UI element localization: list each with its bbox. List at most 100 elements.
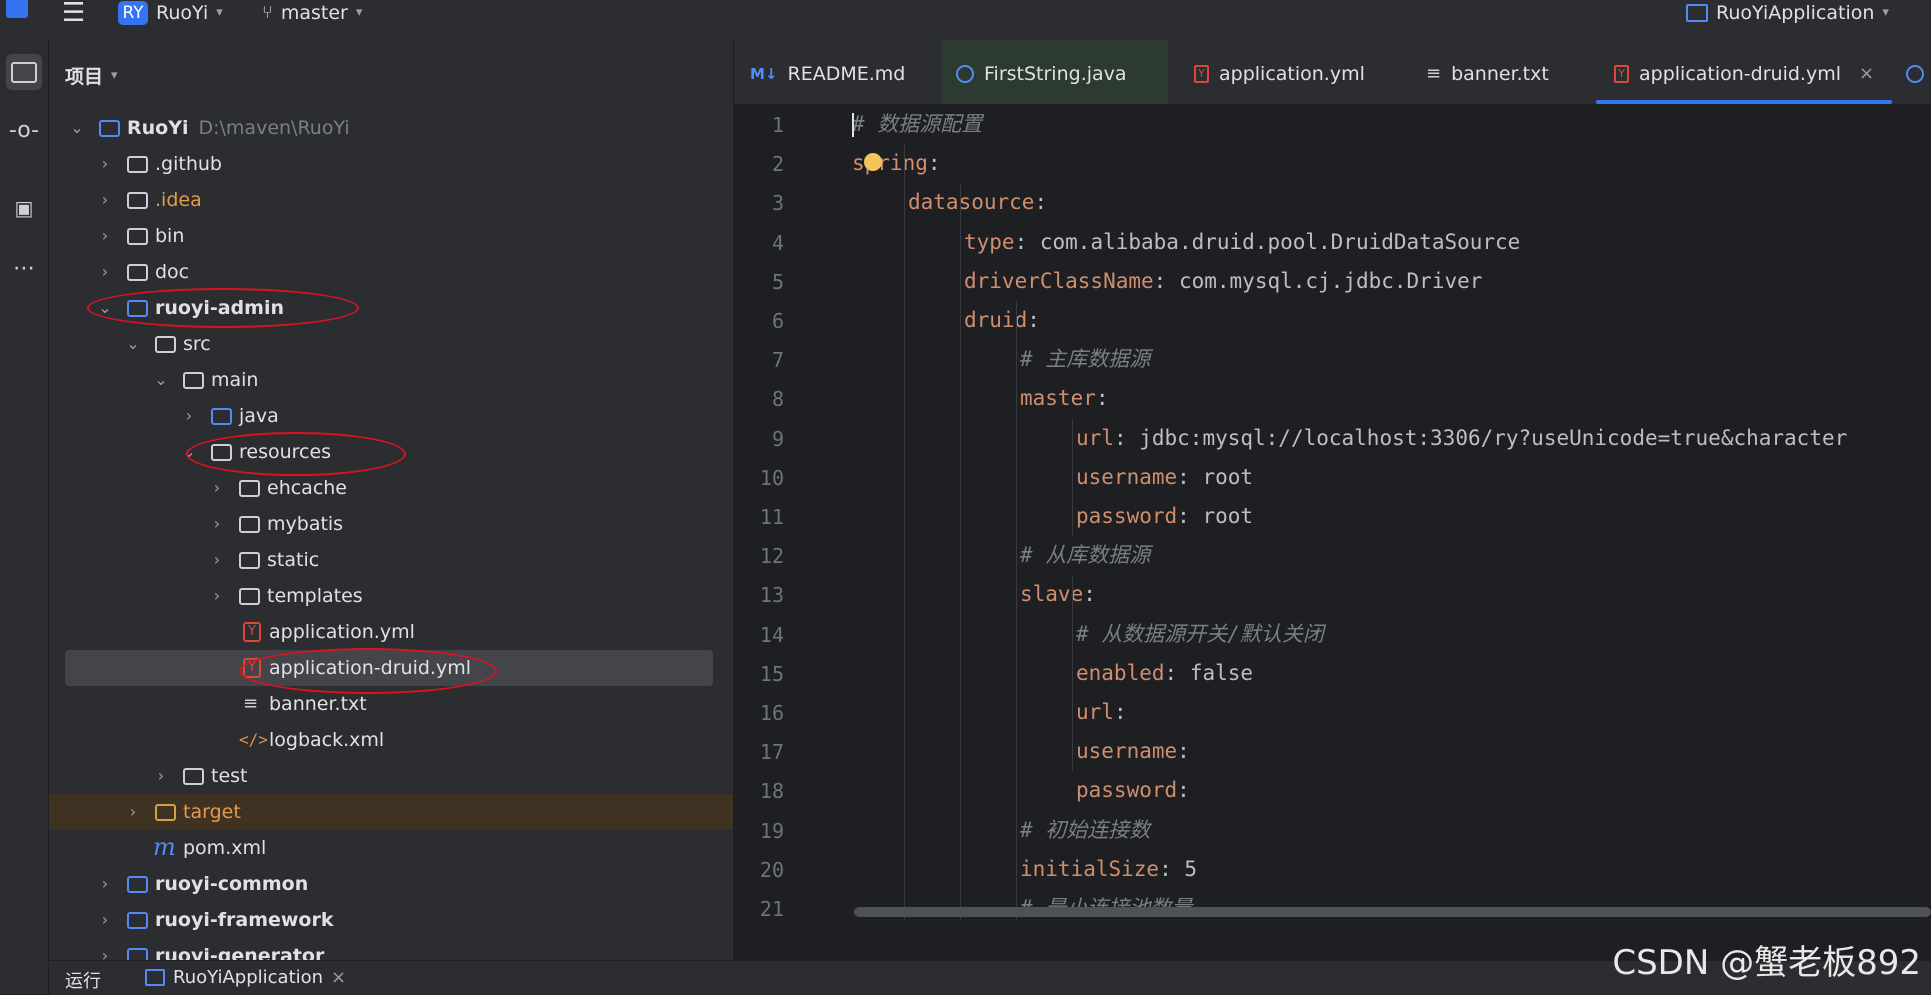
chevron-down-icon: ▾ [355, 5, 363, 20]
chevron-right-icon[interactable]: › [181, 398, 197, 434]
chevron-right-icon[interactable]: › [153, 758, 169, 794]
project-switcher[interactable]: RY RuoYi ▾ [118, 0, 223, 26]
tree-node-label: src [183, 333, 211, 355]
commit-tool-button[interactable]: -o- [6, 112, 42, 148]
tree-node-src[interactable]: ⌄ src [49, 326, 733, 362]
code-line[interactable]: druid: [964, 301, 1040, 340]
chevron-down-icon[interactable]: ⌄ [69, 110, 85, 146]
tree-node-ruoyi[interactable]: ⌄ RuoYi D:\maven\RuoYi [49, 110, 733, 146]
tree-node-idea[interactable]: › .idea [49, 182, 733, 218]
tree-node-logback-xml[interactable]: </> logback.xml [49, 722, 733, 758]
yaml-value: root [1189, 464, 1254, 489]
run-tab[interactable]: RuoYiApplication × [145, 967, 346, 988]
code-line[interactable]: datasource: [908, 183, 1047, 222]
tree-node-test[interactable]: › test [49, 758, 733, 794]
tree-node-ruoyi-generator[interactable]: › ruoyi-generator [49, 938, 733, 960]
chevron-right-icon[interactable]: › [97, 866, 113, 902]
tab-overflow[interactable] [1906, 40, 1931, 104]
tree-node-static[interactable]: › static [49, 542, 733, 578]
lightbulb-icon[interactable] [864, 153, 882, 171]
editor-horizontal-scrollbar[interactable] [854, 907, 1931, 917]
tree-node-main[interactable]: ⌄ main [49, 362, 733, 398]
yaml-value: jdbc:mysql://localhost:3306/ry?useUnicod… [1126, 425, 1848, 450]
code-line[interactable]: # 数据源配置 [852, 105, 982, 144]
tree-node-target[interactable]: › target [49, 794, 733, 830]
close-icon[interactable]: × [1859, 40, 1874, 108]
text-caret [852, 113, 854, 137]
run-panel-label[interactable]: 运行 [65, 967, 101, 993]
run-config-selector[interactable]: RuoYiApplication ▾ [1686, 0, 1889, 26]
code-line[interactable]: url: [1076, 693, 1127, 732]
more-icon: ⋯ [13, 255, 35, 281]
line-number: 17 [759, 740, 784, 765]
code-line[interactable]: # 从数据源开关/默认关闭 [1076, 615, 1324, 654]
tree-node-label: main [211, 369, 259, 391]
chevron-right-icon[interactable]: › [97, 146, 113, 182]
code-line[interactable]: # 从库数据源 [1020, 536, 1150, 575]
tree-node-mybatis[interactable]: › mybatis [49, 506, 733, 542]
structure-tool-button[interactable]: ▣ [6, 190, 42, 226]
tree-node-label: doc [155, 261, 190, 283]
folder-icon [183, 768, 204, 785]
code-line[interactable]: # 主库数据源 [1020, 340, 1150, 379]
tree-node-github[interactable]: › .github [49, 146, 733, 182]
line-number: 7 [771, 348, 784, 373]
code-line[interactable]: url: jdbc:mysql://localhost:3306/ry?useU… [1076, 419, 1847, 458]
more-tools-button[interactable]: ⋯ [6, 250, 42, 286]
yaml-value: 5 [1171, 856, 1198, 881]
tab-banner-txt[interactable]: ≡ banner.txt [1426, 40, 1596, 104]
close-icon[interactable]: × [331, 967, 346, 988]
project-panel-header[interactable]: 项目 ▾ [65, 62, 118, 89]
tree-node-label: ruoyi-common [155, 873, 309, 895]
main-menu-button[interactable]: ☰ [62, 0, 85, 26]
line-number: 19 [759, 818, 784, 843]
tree-node-ehcache[interactable]: › ehcache [49, 470, 733, 506]
yaml-key: url [1076, 700, 1114, 724]
chevron-right-icon[interactable]: › [97, 938, 113, 960]
tree-node-ruoyi-common[interactable]: › ruoyi-common [49, 866, 733, 902]
code-line[interactable]: # 初始连接数 [1020, 811, 1150, 850]
tree-node-ruoyi-framework[interactable]: › ruoyi-framework [49, 902, 733, 938]
code-line[interactable]: initialSize: 5 [1020, 850, 1197, 889]
tree-node-label: ruoyi-generator [155, 945, 325, 960]
module-folder-icon [127, 912, 148, 929]
chevron-right-icon[interactable]: › [209, 470, 225, 506]
tree-node-bin[interactable]: › bin [49, 218, 733, 254]
tab-readme[interactable]: M↓ README.md [750, 40, 940, 104]
code-line[interactable]: username: [1076, 732, 1190, 771]
tab-application-druid-yml[interactable]: Y application-druid.yml × [1596, 40, 1892, 104]
tab-firststring-java[interactable]: FirstString.java [942, 40, 1168, 104]
code-line[interactable]: slave: [1020, 575, 1096, 614]
code-line[interactable]: enabled: false [1076, 654, 1253, 693]
code-editor[interactable]: 1 2 3 4 5 6 7 8 9 10 11 12 13 14 15 16 17 18 19 20 21 # 数据源配… [734, 105, 1931, 921]
chevron-down-icon[interactable]: ⌄ [153, 362, 169, 398]
chevron-right-icon[interactable]: › [97, 218, 113, 254]
chevron-right-icon[interactable]: › [97, 902, 113, 938]
line-number: 8 [771, 387, 784, 412]
chevron-right-icon[interactable]: › [97, 254, 113, 290]
tree-node-label: target [183, 801, 241, 823]
tree-node-doc[interactable]: › doc [49, 254, 733, 290]
code-line[interactable]: password: [1076, 771, 1190, 810]
tree-node-templates[interactable]: › templates [49, 578, 733, 614]
tree-node-java[interactable]: › java [49, 398, 733, 434]
code-line[interactable]: username: root [1076, 458, 1253, 497]
line-number: 1 [771, 113, 784, 137]
tab-application-yml[interactable]: Y application.yml [1194, 40, 1394, 104]
code-line[interactable]: password: root [1076, 497, 1253, 536]
chevron-right-icon[interactable]: › [97, 182, 113, 218]
chevron-down-icon[interactable]: ⌄ [125, 326, 141, 362]
line-number: 9 [771, 426, 784, 451]
project-tool-button[interactable] [6, 54, 42, 90]
folder-icon [127, 228, 148, 245]
code-line[interactable]: master: [1020, 379, 1109, 418]
chevron-right-icon[interactable]: › [209, 506, 225, 542]
chevron-right-icon[interactable]: › [209, 542, 225, 578]
chevron-right-icon[interactable]: › [125, 794, 141, 830]
code-line[interactable]: type: com.alibaba.druid.pool.DruidDataSo… [964, 223, 1520, 262]
tree-node-application-yml[interactable]: Y application.yml [49, 614, 733, 650]
tree-node-pom-xml[interactable]: m pom.xml [49, 830, 733, 866]
chevron-right-icon[interactable]: › [209, 578, 225, 614]
branch-switcher[interactable]: ⑂ master ▾ [262, 0, 362, 26]
code-line[interactable]: driverClassName: com.mysql.cj.jdbc.Drive… [964, 262, 1482, 301]
